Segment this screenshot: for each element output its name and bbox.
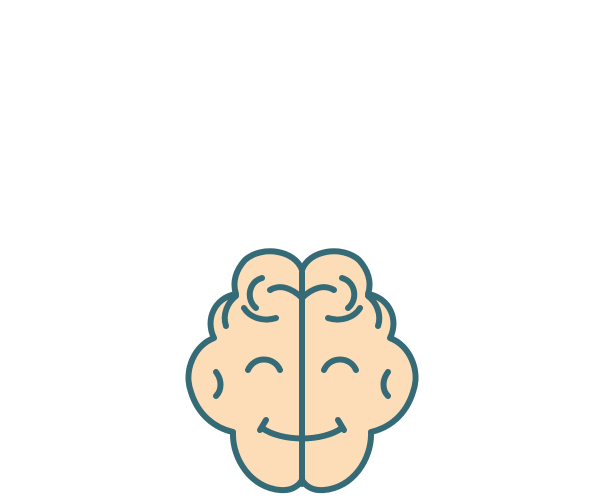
smiling-brain-icon [0,0,610,500]
canvas [0,0,610,500]
